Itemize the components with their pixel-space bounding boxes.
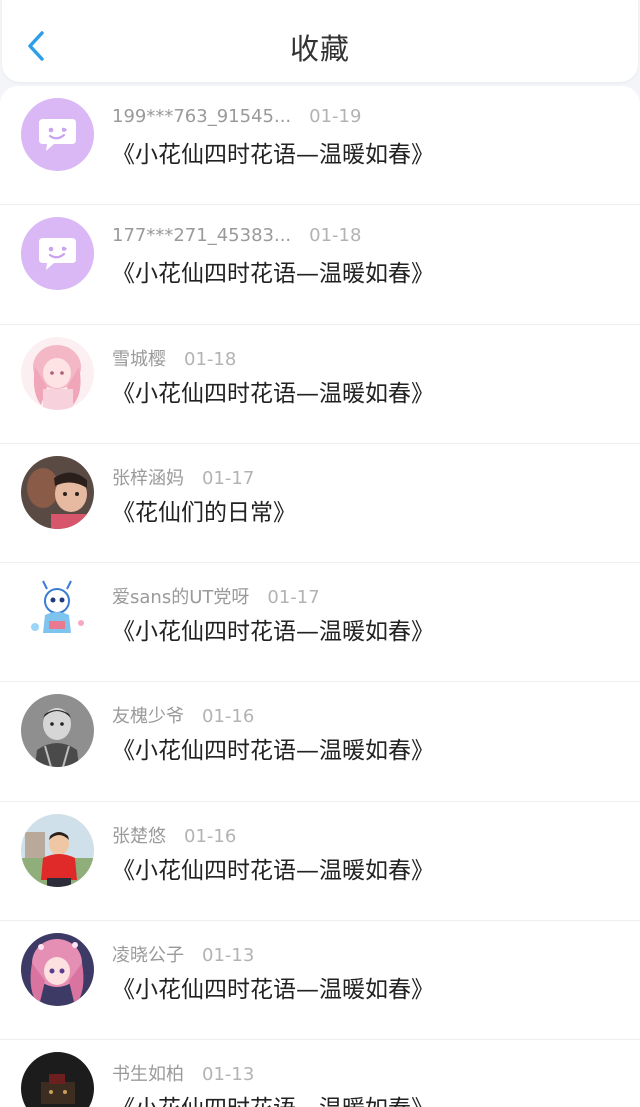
date: 01-13: [202, 945, 255, 967]
username: 199***763_91545...: [112, 106, 292, 127]
photo-avatar-icon: [21, 813, 94, 887]
avatar: [21, 694, 94, 768]
avatar: [21, 336, 94, 410]
date: 01-17: [267, 587, 320, 609]
photo-avatar-icon: [21, 694, 94, 768]
work-title: 《小花仙四时花语—温暖如春》: [112, 142, 434, 168]
list-item[interactable]: 雪城樱 01-18 《小花仙四时花语—温暖如春》: [0, 325, 640, 445]
avatar: [21, 217, 94, 291]
list-item[interactable]: 爱sans的UT党呀 01-17 《小花仙四时花语—温暖如春》: [0, 563, 640, 683]
username: 书生如柏: [112, 1064, 184, 1086]
avatar: [21, 1052, 94, 1107]
anime-girl-avatar-icon: [21, 336, 94, 410]
work-title: 《小花仙四时花语—温暖如春》: [112, 380, 434, 407]
username: 雪城樱: [112, 348, 166, 370]
work-title: 《小花仙四时花语—温暖如春》: [112, 619, 434, 646]
photo-avatar-icon: [21, 1052, 94, 1107]
photo-avatar-icon: [21, 455, 94, 529]
work-title: 《小花仙四时花语—温暖如春》: [112, 977, 434, 1004]
list-item[interactable]: 张楚悠 01-16 《小花仙四时花语—温暖如春》: [0, 802, 640, 922]
work-title: 《小花仙四时花语—温暖如春》: [112, 857, 434, 884]
list-item[interactable]: 凌晓公子 01-13 《小花仙四时花语—温暖如春》: [0, 921, 640, 1041]
default-chat-avatar-icon: [21, 217, 94, 291]
work-title: 《小花仙四时花语—温暖如春》: [112, 1089, 434, 1107]
list-item[interactable]: 书生如柏 01-13 《小花仙四时花语—温暖如春》: [0, 1040, 640, 1107]
avatar: [21, 575, 94, 649]
username: 张楚悠: [112, 825, 166, 847]
date: 01-16: [202, 706, 255, 728]
avatar: [21, 813, 94, 887]
list-item[interactable]: 张梓涵妈 01-17 《花仙们的日常》: [0, 444, 640, 564]
default-chat-avatar-icon: [21, 98, 94, 171]
top-bar: 收藏: [2, 0, 638, 82]
work-title: 《小花仙四时花语—温暖如春》: [112, 738, 434, 765]
username: 177***271_45383...: [112, 225, 292, 247]
list-item[interactable]: 友槐少爷 01-16 《小花仙四时花语—温暖如春》: [0, 682, 640, 803]
cartoon-avatar-icon: [21, 575, 94, 649]
favorites-list: 199***763_91545... 01-19 《小花仙四时花语—温暖如春》 1…: [0, 86, 640, 1107]
username: 张梓涵妈: [112, 467, 184, 489]
avatar: [21, 98, 94, 171]
date: 01-18: [309, 225, 362, 247]
work-title: 《花仙们的日常》: [112, 499, 296, 526]
date: 01-18: [184, 348, 237, 370]
date: 01-19: [309, 106, 362, 127]
date: 01-17: [202, 467, 255, 489]
username: 友槐少爷: [112, 706, 184, 728]
work-title: 《小花仙四时花语—温暖如春》: [112, 261, 434, 288]
username: 凌晓公子: [112, 945, 184, 967]
date: 01-16: [184, 825, 237, 847]
avatar: [21, 933, 94, 1007]
page-title: 收藏: [289, 32, 350, 66]
list-item[interactable]: 199***763_91545... 01-19 《小花仙四时花语—温暖如春》: [0, 86, 640, 206]
anime-girl-avatar-icon: [21, 933, 94, 1007]
avatar: [21, 455, 94, 529]
list-item[interactable]: 177***271_45383... 01-18 《小花仙四时花语—温暖如春》: [0, 205, 640, 325]
date: 01-13: [202, 1064, 255, 1086]
username: 爱sans的UT党呀: [112, 587, 250, 609]
